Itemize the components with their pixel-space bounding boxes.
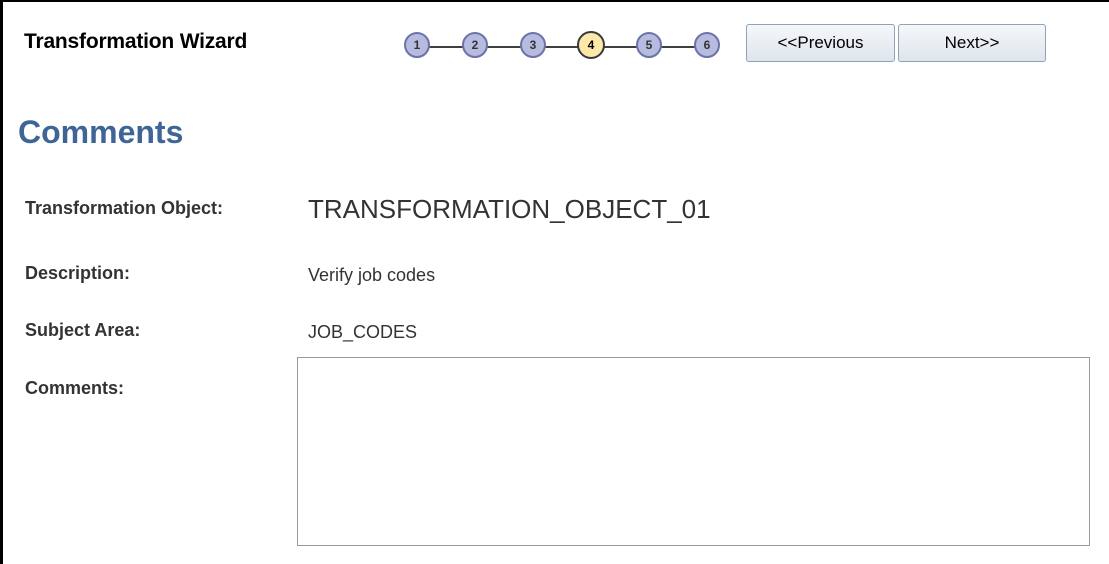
window-left-border: [0, 0, 3, 564]
step-3[interactable]: 3: [520, 32, 546, 58]
step-6[interactable]: 6: [694, 32, 720, 58]
subject-area-label: Subject Area:: [25, 320, 141, 340]
window-top-border: [0, 0, 1109, 2]
wizard-step-indicator: 1 2 3 4 5 6: [404, 31, 730, 62]
previous-button[interactable]: <<Previous: [746, 24, 895, 62]
wizard-title: Transformation Wizard: [24, 30, 248, 53]
transformation-object-value: TRANSFORMATION_OBJECT_01: [308, 194, 711, 224]
step-5[interactable]: 5: [636, 32, 662, 58]
step-1[interactable]: 1: [404, 32, 430, 58]
page-title: Comments: [18, 114, 184, 150]
comments-label: Comments:: [25, 378, 125, 398]
step-4-current[interactable]: 4: [577, 31, 605, 59]
transformation-object-label: Transformation Object:: [25, 198, 224, 218]
step-2[interactable]: 2: [462, 32, 488, 58]
next-button[interactable]: Next>>: [898, 24, 1046, 62]
subject-area-value: JOB_CODES: [308, 322, 418, 342]
description-label: Description:: [25, 263, 131, 283]
description-value: Verify job codes: [308, 265, 436, 285]
comments-textarea[interactable]: [297, 357, 1090, 546]
